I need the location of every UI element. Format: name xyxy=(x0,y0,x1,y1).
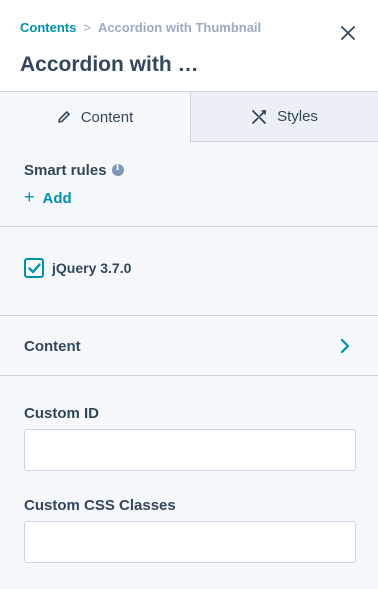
custom-id-input[interactable] xyxy=(24,429,356,471)
jquery-checkbox[interactable] xyxy=(24,258,44,278)
close-button[interactable] xyxy=(337,22,359,44)
tab-content[interactable]: Content xyxy=(0,92,191,142)
jquery-option: jQuery 3.7.0 xyxy=(24,258,131,278)
tab-bar: Content Styles xyxy=(0,92,378,142)
breadcrumb-link-contents[interactable]: Contents xyxy=(20,20,76,35)
panel-title: Accordion with … xyxy=(20,53,199,76)
custom-css-input[interactable] xyxy=(24,521,356,563)
breadcrumb-current: Accordion with Thumbnail xyxy=(97,20,262,35)
smart-rules-heading: Smart rules xyxy=(24,162,124,179)
add-smart-rule-label: Add xyxy=(42,190,72,207)
custom-css-label: Custom CSS Classes xyxy=(24,497,176,514)
panel-header: Contents > Accordion with Thumbnail Acco… xyxy=(0,0,378,92)
close-icon xyxy=(341,26,355,40)
checkmark-icon xyxy=(27,262,41,273)
breadcrumb-separator: > xyxy=(83,20,91,35)
smart-rules-label: Smart rules xyxy=(24,162,107,179)
plus-icon: + xyxy=(24,187,35,207)
pencil-icon xyxy=(57,110,71,124)
styles-icon xyxy=(251,109,267,125)
divider xyxy=(0,375,378,376)
tab-styles[interactable]: Styles xyxy=(191,92,378,142)
jquery-label: jQuery 3.7.0 xyxy=(52,260,132,276)
breadcrumb: Contents > Accordion with Thumbnail xyxy=(20,20,261,35)
custom-id-label: Custom ID xyxy=(24,405,99,422)
content-accordion[interactable]: Content xyxy=(0,316,378,375)
info-icon[interactable] xyxy=(111,163,124,176)
chevron-right-icon xyxy=(340,338,350,354)
tab-styles-label: Styles xyxy=(277,108,318,125)
content-accordion-label: Content xyxy=(24,338,81,355)
divider xyxy=(0,226,378,227)
tab-content-label: Content xyxy=(80,108,134,126)
add-smart-rule-button[interactable]: + Add xyxy=(24,187,72,208)
